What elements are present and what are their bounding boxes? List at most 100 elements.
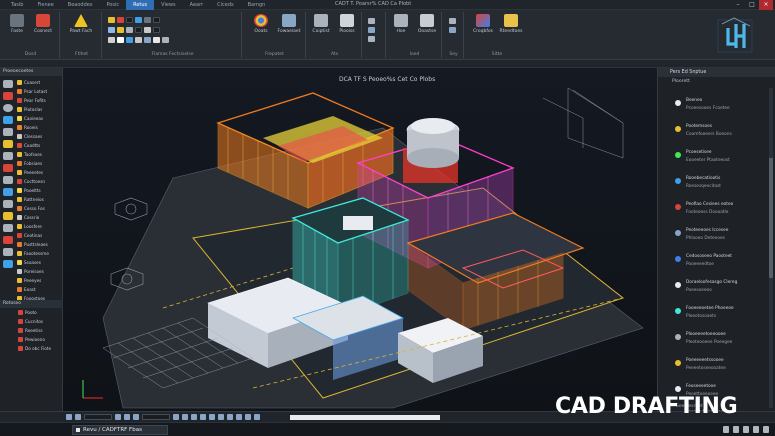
property-list-item[interactable]: Pootemsoes Coomfoeeers Boeons [674, 121, 766, 147]
viewport-list-item[interactable]: Do obc Fiote [0, 344, 63, 352]
ooats-button[interactable]: Ooats [248, 14, 274, 34]
tab-file[interactable]: Tasib [4, 0, 30, 10]
linetype-dropdown[interactable] [153, 16, 160, 23]
layer-list-item[interactable]: Cocttoesn [17, 177, 61, 185]
color-icon[interactable] [117, 16, 124, 23]
tab-annotate[interactable]: Posic [99, 0, 126, 10]
layer-list-item[interactable]: Pusttsleaes [17, 240, 61, 248]
tray-network-icon[interactable] [733, 426, 739, 433]
layer-list-item[interactable]: Fobsiaes [17, 159, 61, 167]
block-icon[interactable] [108, 36, 115, 43]
transparency-toggle-icon[interactable] [200, 414, 206, 420]
property-list-item[interactable]: Peoteeeoes Iccesee Phlooeo Deteeoes [674, 225, 766, 251]
match-icon[interactable] [135, 16, 142, 23]
layer-list-item[interactable]: Ceotinas [17, 231, 61, 239]
stretch-icon[interactable] [3, 260, 13, 268]
layer-list-item[interactable]: Faootessme [17, 249, 61, 257]
dimension-icon[interactable] [162, 36, 169, 43]
rteedtoes-button[interactable]: Rteedtoes [498, 14, 524, 34]
cad-model-canvas[interactable] [63, 68, 657, 411]
polar-toggle-icon[interactable] [133, 414, 139, 420]
explode-icon[interactable] [3, 236, 13, 244]
viewport-list-item[interactable]: Pooto [0, 308, 63, 316]
command-line-field[interactable] [290, 415, 440, 420]
circle-icon[interactable] [3, 104, 13, 112]
zoom-icon[interactable] [449, 27, 456, 33]
maximize-button[interactable]: □ [745, 0, 759, 10]
layer-list-item[interactable]: Peeeyes [17, 276, 61, 284]
paste-button[interactable]: Faste [4, 14, 30, 34]
property-list-item[interactable]: Rooebecatiootis Roesesqeecitost [674, 173, 766, 199]
color-dropdown[interactable] [135, 26, 142, 33]
lineweight-toggle-icon[interactable] [191, 414, 197, 420]
tab-addins[interactable]: Bamgn [241, 0, 273, 10]
layer-list-item[interactable]: Pooeltts [17, 186, 61, 194]
workspace-icon[interactable] [236, 414, 242, 420]
table-icon[interactable] [135, 36, 142, 43]
paint-patch-button[interactable]: Pawt Fach [68, 14, 94, 34]
piooiss-button[interactable]: Piooiss [334, 14, 360, 34]
lineweight-dropdown[interactable] [153, 26, 160, 33]
layer-list-item[interactable]: Clessaes [17, 132, 61, 140]
layer-list-item[interactable]: Rooeis [17, 123, 61, 131]
property-list-item[interactable]: Peofiao Cesiees eoteo Footeoess Doooatle [674, 199, 766, 225]
rectangle-icon[interactable] [3, 128, 13, 136]
viewport-list-item[interactable]: Cucnitos [0, 317, 63, 325]
tab-home[interactable]: Fienee [30, 0, 60, 10]
layer-list-item[interactable]: Pear Fofits [17, 96, 61, 104]
tab-insert[interactable]: Beaoddes [61, 0, 100, 10]
fillet-icon[interactable] [3, 224, 13, 232]
layer-list-item[interactable]: Eoast [17, 285, 61, 293]
mirror-icon[interactable] [3, 200, 13, 208]
tab-active[interactable]: Retus [126, 0, 155, 10]
viewport-list-item[interactable]: Pewiaeno [0, 335, 63, 343]
arc-icon[interactable] [3, 116, 13, 124]
tab-manage[interactable]: Aearr [183, 0, 211, 10]
units-icon[interactable] [245, 414, 251, 420]
layer-list-item[interactable]: Cesso Fos [17, 204, 61, 212]
ortho-toggle-icon[interactable] [124, 414, 130, 420]
trim-icon[interactable] [3, 164, 13, 172]
minimize-button[interactable]: – [731, 0, 745, 10]
offset-icon[interactable] [3, 188, 13, 196]
properties-icon[interactable] [144, 26, 151, 33]
layer-list-item[interactable]: Piotoslas [17, 105, 61, 113]
rotate-icon[interactable] [3, 152, 13, 160]
array-icon[interactable] [3, 212, 13, 220]
property-list-item[interactable]: Plooeeeetoeeooee Pleoteooeee Poeegee [674, 329, 766, 355]
layer-list-item[interactable]: Caoieeas [17, 114, 61, 122]
drawing-viewport[interactable]: DCA TF S Peoeo%s Cet Co Plobs [63, 68, 657, 411]
taskbar-active-window[interactable]: Revu / CADFTRF Fbas [72, 425, 168, 435]
layer-icon[interactable] [108, 16, 115, 23]
connect-button[interactable]: Cosnect [30, 14, 56, 34]
scroll-thumb[interactable] [769, 158, 773, 278]
group-icon[interactable] [126, 36, 133, 43]
layer-list-item[interactable]: Coadtts [17, 141, 61, 149]
selection-cycling-icon[interactable] [209, 414, 215, 420]
tray-notification-icon[interactable] [763, 426, 769, 433]
isolate-toggle-icon[interactable] [254, 414, 260, 420]
pan-icon[interactable] [449, 18, 456, 24]
property-list-item[interactable]: Doraeloofesasgo Clereg Poeesoeeeo [674, 277, 766, 303]
extend-icon[interactable] [3, 176, 13, 184]
layer-list-item[interactable]: Psar Lotast [17, 87, 61, 95]
hoe-button[interactable]: Hoe [388, 14, 414, 34]
tab-output[interactable]: Ciceds [210, 0, 240, 10]
lock-icon[interactable] [117, 26, 124, 33]
layer-list-item[interactable]: Ssoases [17, 258, 61, 266]
property-list-item[interactable]: Cedososeeo Paosteet Pooeeeedtoe [674, 251, 766, 277]
fowaeiaet-button[interactable]: Fowaeiaet [276, 14, 302, 34]
model-icon[interactable] [66, 414, 72, 420]
property-list-item[interactable]: Poeeeeeetssooee Peeeetoseeooatee [674, 355, 766, 381]
layer-list-item[interactable]: Poreisoes [17, 267, 61, 275]
layer-dropdown[interactable] [126, 16, 133, 23]
gizmo-toggle-icon[interactable] [218, 414, 224, 420]
viewport-list-item[interactable]: Roeetiss [0, 326, 63, 334]
tray-up-icon[interactable] [723, 426, 729, 433]
layer-list-item[interactable]: Peeeetes [17, 168, 61, 176]
layer-list-item[interactable]: Rattneios [17, 195, 61, 203]
polyline-icon[interactable] [3, 92, 13, 100]
tray-battery-icon[interactable] [753, 426, 759, 433]
scale-dropdown[interactable] [142, 414, 170, 420]
layer-list-item[interactable]: Loosfere [17, 222, 61, 230]
